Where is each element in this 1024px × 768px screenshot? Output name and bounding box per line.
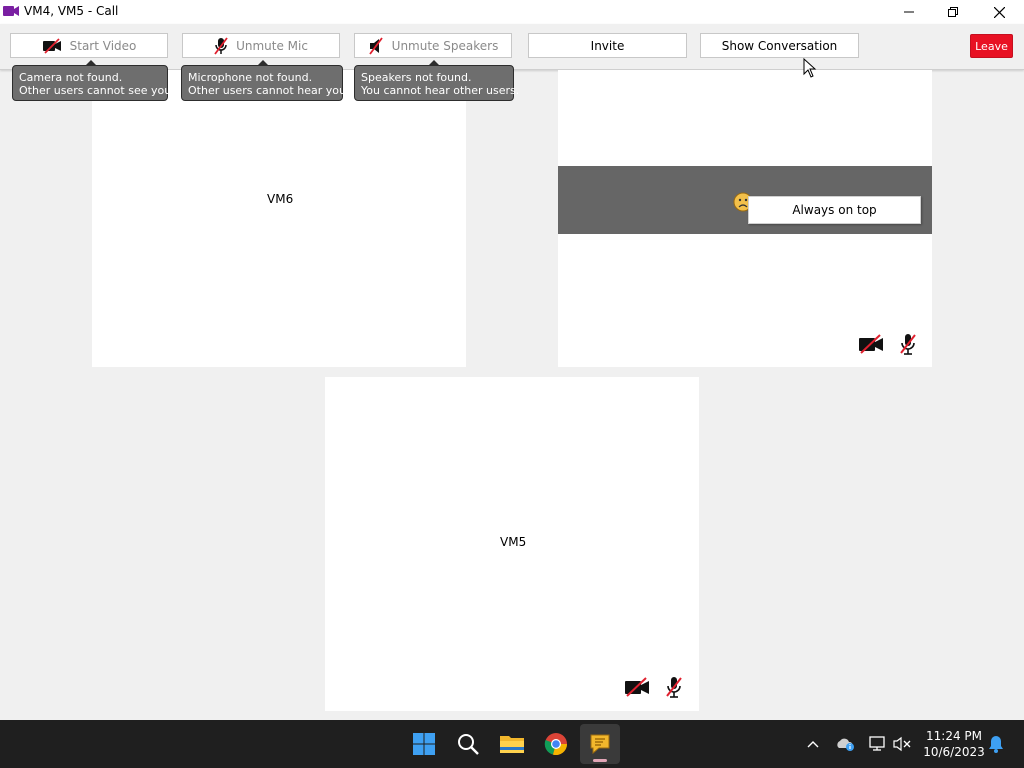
unmute-speakers-label: Unmute Speakers <box>391 38 499 53</box>
mic-off-icon <box>214 36 228 55</box>
invite-button[interactable]: Invite <box>528 33 687 58</box>
tooltip-line: You cannot hear other users. <box>361 84 520 97</box>
title-bar: VM4, VM5 - Call <box>0 0 1024 24</box>
video-camera-app-icon <box>3 6 19 16</box>
chrome-button[interactable] <box>536 724 576 764</box>
tooltip-line: Other users cannot see you. <box>19 84 175 97</box>
speakers-tooltip: Speakers not found. You cannot hear othe… <box>354 60 520 101</box>
close-icon <box>993 6 1005 18</box>
mic-off-icon <box>666 677 682 698</box>
tile-status-icons <box>624 676 682 698</box>
participant-tile-vm6: VM6 <box>92 70 466 367</box>
tooltip-line: Camera not found. <box>19 71 123 84</box>
self-view-band: Always on top <box>558 166 932 234</box>
video-off-icon <box>859 334 883 354</box>
start-button[interactable] <box>404 724 444 764</box>
chat-bubble-icon <box>590 734 610 755</box>
clock-time: 11:24 PM <box>926 729 982 743</box>
restore-icon <box>948 7 958 17</box>
start-video-button[interactable]: Start Video <box>10 33 168 58</box>
folder-icon <box>500 736 524 753</box>
restore-button[interactable] <box>930 0 976 24</box>
network-tray-button[interactable] <box>866 720 888 768</box>
volume-tray-button[interactable] <box>892 720 912 768</box>
participant-name: VM6 <box>267 192 294 206</box>
minimize-icon <box>904 11 914 13</box>
microphone-tooltip: Microphone not found. Other users cannot… <box>181 60 350 101</box>
cloud-info-icon <box>837 738 854 751</box>
show-conversation-button[interactable]: Show Conversation <box>700 33 859 58</box>
minimize-button[interactable] <box>886 0 932 24</box>
file-explorer-button[interactable] <box>492 724 532 764</box>
invite-label: Invite <box>590 38 625 53</box>
leave-label: Leave <box>975 39 1008 53</box>
call-toolbar: Start Video Unmute Mic Unmute Speakers I… <box>0 24 1024 70</box>
tooltip-line: Speakers not found. <box>361 71 472 84</box>
network-monitor-icon <box>869 736 885 751</box>
clock-date: 10/6/2023 <box>923 745 985 759</box>
search-button[interactable] <box>448 724 488 764</box>
show-hidden-icons-button[interactable] <box>803 720 823 768</box>
call-app-button[interactable] <box>580 724 620 764</box>
notifications-button[interactable] <box>986 720 1006 768</box>
windows-logo-icon <box>413 733 435 755</box>
speaker-off-icon <box>368 36 383 55</box>
mouse-cursor-icon <box>803 58 817 78</box>
leave-button[interactable]: Leave <box>970 34 1013 58</box>
onedrive-tray-button[interactable] <box>834 720 856 768</box>
speaker-muted-icon <box>893 736 911 752</box>
unmute-speakers-button[interactable]: Unmute Speakers <box>354 33 512 58</box>
unmute-mic-button[interactable]: Unmute Mic <box>182 33 340 58</box>
context-menu-always-on-top[interactable]: Always on top <box>748 196 921 224</box>
show-conversation-label: Show Conversation <box>721 38 838 53</box>
bell-icon <box>989 736 1003 753</box>
camera-tooltip: Camera not found. Other users cannot see… <box>12 60 175 101</box>
video-off-icon <box>42 37 61 54</box>
window-title: VM4, VM5 - Call <box>24 4 119 18</box>
video-off-icon <box>625 677 649 697</box>
always-on-top-label: Always on top <box>792 203 877 217</box>
participant-name: VM5 <box>500 535 527 549</box>
tile-status-icons <box>858 333 916 355</box>
chrome-icon <box>544 733 567 756</box>
participant-tile-vm5: VM5 <box>325 377 699 711</box>
start-video-label: Start Video <box>69 38 137 53</box>
mic-off-icon <box>900 334 916 355</box>
participant-tile-self: Always on top <box>558 70 932 367</box>
taskbar-clock[interactable]: 11:24 PM 10/6/2023 <box>918 728 990 760</box>
unmute-mic-label: Unmute Mic <box>236 38 308 53</box>
tooltip-line: Other users cannot hear you. <box>188 84 350 97</box>
chevron-up-icon <box>807 741 819 748</box>
close-button[interactable] <box>976 0 1022 24</box>
search-icon <box>458 734 479 755</box>
tooltip-line: Microphone not found. <box>188 71 313 84</box>
taskbar: 11:24 PM 10/6/2023 <box>0 720 1024 768</box>
